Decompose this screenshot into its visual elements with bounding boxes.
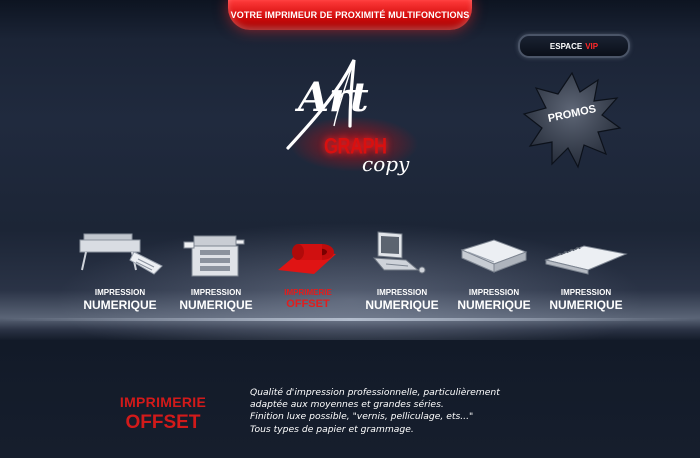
product-line2: NUMERIQUE <box>179 298 253 312</box>
product-impression-numerique-5[interactable]: IMPRESSION NUMERIQUE <box>540 226 632 318</box>
artgraph-logo[interactable]: Art GRAPH copy <box>284 56 424 186</box>
promos-starburst-button[interactable]: PROMOS <box>522 70 622 170</box>
top-banner: VOTRE IMPRIMEUR DE PROXIMITÉ MULTIFONCTI… <box>228 0 472 30</box>
section-title-line1: IMPRIMERIE <box>119 394 207 410</box>
section-title: IMPRIMERIE OFFSET <box>106 394 220 434</box>
product-menu: IMPRESSION NUMERIQUE IMPRESSION NUMERIQU… <box>74 226 634 318</box>
section-title-line2: OFFSET <box>125 412 201 433</box>
logo-art-text: Art <box>298 74 369 121</box>
wide-format-printer-icon <box>79 233 163 275</box>
vip-space-button[interactable]: ESPACE VIP <box>518 34 630 58</box>
copier-machine-icon <box>183 235 245 277</box>
product-line2: OFFSET <box>286 298 330 310</box>
description-line: Tous types de papier et grammage. <box>250 423 414 435</box>
offset-roll-icon <box>278 244 336 274</box>
banner-text: VOTRE IMPRIMEUR DE PROXIMITÉ MULTIFONCTI… <box>230 10 470 20</box>
binder-icon <box>460 239 528 273</box>
product-line1: IMPRESSION <box>94 288 146 297</box>
product-line2: NUMERIQUE <box>549 298 623 312</box>
description-line: adaptée aux moyennes et grandes séries. <box>250 399 444 411</box>
product-impression-numerique-1[interactable]: IMPRESSION NUMERIQUE <box>74 226 166 318</box>
description-line: Finition luxe possible, "vernis, pellicu… <box>250 411 474 423</box>
product-impression-numerique-4[interactable]: IMPRESSION NUMERIQUE <box>448 226 540 318</box>
product-line2: NUMERIQUE <box>365 298 439 312</box>
product-impression-numerique-3[interactable]: IMPRESSION NUMERIQUE <box>356 226 448 318</box>
description-line: Qualité d'impression professionnelle, pa… <box>250 387 500 398</box>
product-impression-numerique-2[interactable]: IMPRESSION NUMERIQUE <box>170 226 262 318</box>
product-imprimerie-offset[interactable]: IMPRIMERIE OFFSET <box>262 226 354 318</box>
product-line2: NUMERIQUE <box>457 298 531 312</box>
section-description: Qualité d'impression professionnelle, pa… <box>250 387 550 436</box>
product-line1: IMPRESSION <box>190 288 242 297</box>
product-line1: IMPRIMERIE <box>284 288 332 297</box>
laptop-icon <box>372 231 426 274</box>
product-line2: NUMERIQUE <box>83 298 157 312</box>
product-line1: IMPRESSION <box>468 288 520 297</box>
vip-button-label: ESPACE <box>549 41 583 51</box>
spiral-notebook-icon <box>544 245 628 275</box>
logo-copy-text: copy <box>362 152 410 176</box>
product-line1: IMPRESSION <box>376 288 428 297</box>
vip-button-accent: VIP <box>585 41 599 51</box>
product-line1: IMPRESSION <box>560 288 612 297</box>
